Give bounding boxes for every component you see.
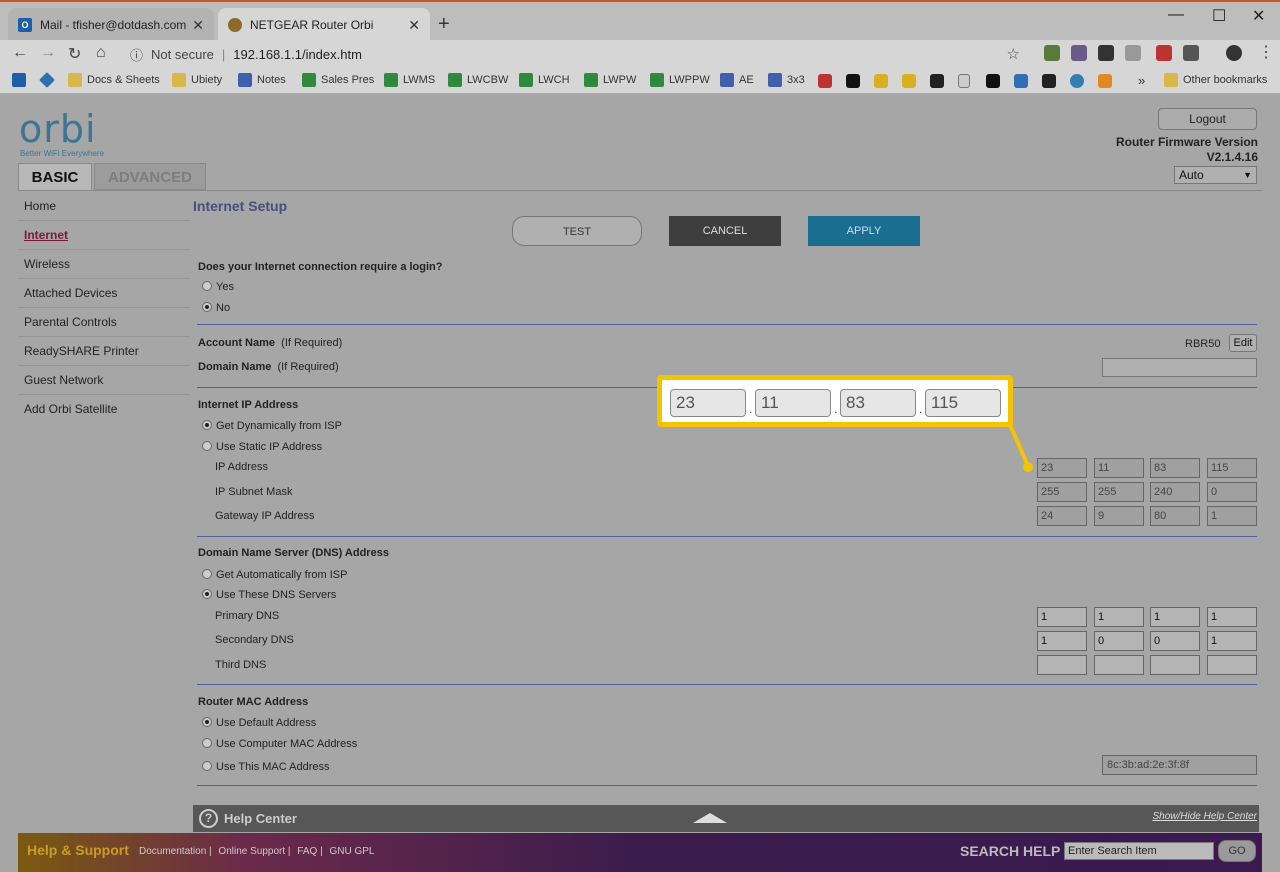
ip-address-callout: 23 . 11 . 83 . 115 xyxy=(657,375,1013,427)
callout-octet-3: 83 xyxy=(840,389,916,417)
callout-dot: . xyxy=(749,402,753,416)
callout-connector xyxy=(1006,419,1033,472)
callout-octet-4: 115 xyxy=(925,389,1001,417)
callout-octet-2: 11 xyxy=(755,389,831,417)
callout-dot: . xyxy=(919,402,923,416)
callout-dot: . xyxy=(834,402,838,416)
callout-octet-1: 23 xyxy=(670,389,746,417)
